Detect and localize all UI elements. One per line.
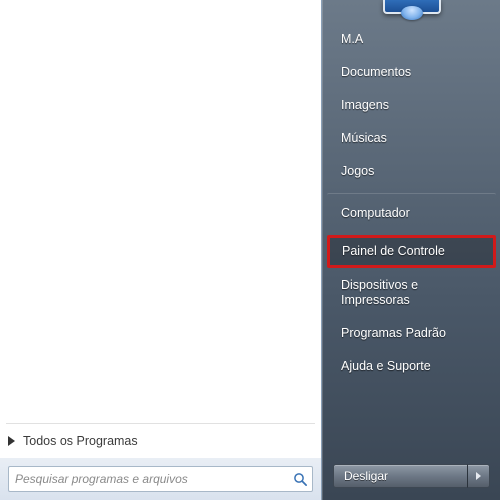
user-picture-frame[interactable] bbox=[323, 0, 500, 20]
sidebar-item-control-panel[interactable]: Painel de Controle bbox=[327, 235, 496, 268]
sidebar-item-help-support[interactable]: Ajuda e Suporte bbox=[327, 351, 496, 382]
sidebar-item-documents[interactable]: Documentos bbox=[327, 57, 496, 88]
programs-list bbox=[0, 0, 321, 423]
search-row bbox=[0, 458, 321, 500]
sidebar-item-label: Computador bbox=[341, 206, 410, 220]
shutdown-options-button[interactable] bbox=[468, 464, 490, 488]
user-orb-icon bbox=[401, 6, 423, 20]
shutdown-label: Desligar bbox=[344, 469, 388, 483]
sidebar-item-pictures[interactable]: Imagens bbox=[327, 90, 496, 121]
sidebar-item-label: Dispositivos e Impressoras bbox=[341, 278, 418, 307]
shutdown-button[interactable]: Desligar bbox=[333, 464, 468, 488]
search-icon[interactable] bbox=[288, 467, 312, 491]
search-input[interactable] bbox=[9, 472, 288, 486]
sidebar-item-computer[interactable]: Computador bbox=[327, 193, 496, 229]
left-pane: Todos os Programas bbox=[0, 0, 322, 500]
sidebar-item-label: Ajuda e Suporte bbox=[341, 359, 431, 373]
sidebar-item-games[interactable]: Jogos bbox=[327, 156, 496, 187]
sidebar-item-label: M.A bbox=[341, 32, 363, 46]
sidebar-item-label: Jogos bbox=[341, 164, 374, 178]
sidebar-item-label: Programas Padrão bbox=[341, 326, 446, 340]
user-picture bbox=[383, 0, 441, 14]
sidebar-item-label: Painel de Controle bbox=[342, 244, 445, 258]
sidebar-item-default-programs[interactable]: Programas Padrão bbox=[327, 318, 496, 349]
sidebar-item-devices-printers[interactable]: Dispositivos e Impressoras bbox=[327, 270, 496, 316]
sidebar-item-label: Imagens bbox=[341, 98, 389, 112]
all-programs-button[interactable]: Todos os Programas bbox=[0, 424, 321, 458]
start-menu: Todos os Programas M.A bbox=[0, 0, 500, 500]
shutdown-group: Desligar bbox=[333, 464, 490, 488]
sidebar-item-user[interactable]: M.A bbox=[327, 24, 496, 55]
search-field[interactable] bbox=[8, 466, 313, 492]
caret-right-icon bbox=[476, 472, 481, 480]
right-list: M.A Documentos Imagens Músicas Jogos Com… bbox=[323, 20, 500, 458]
sidebar-item-music[interactable]: Músicas bbox=[327, 123, 496, 154]
right-pane: M.A Documentos Imagens Músicas Jogos Com… bbox=[322, 0, 500, 500]
all-programs-label: Todos os Programas bbox=[23, 434, 138, 448]
sidebar-item-label: Documentos bbox=[341, 65, 411, 79]
sidebar-item-label: Músicas bbox=[341, 131, 387, 145]
caret-right-icon bbox=[8, 436, 15, 446]
